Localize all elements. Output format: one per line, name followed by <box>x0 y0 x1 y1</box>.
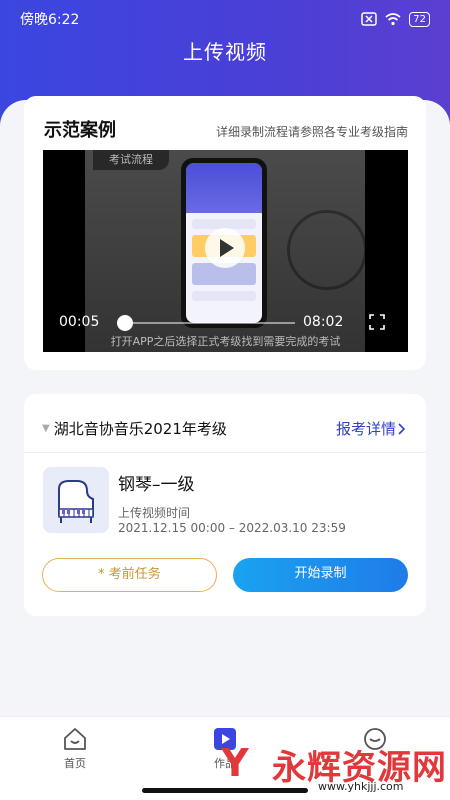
upload-time-label: 上传视频时间 <box>118 506 191 520</box>
pre-exam-task-button[interactable]: * 考前任务 <box>42 558 217 592</box>
exam-detail-label: 报考详情 <box>335 420 396 438</box>
divider <box>24 452 426 453</box>
video-watermark-logo <box>287 210 367 290</box>
battery-indicator: 72 <box>409 11 430 27</box>
demo-title: 示范案例 <box>44 120 116 141</box>
status-time: 傍晚6:22 <box>20 12 80 28</box>
exam-card: ▼ 湖北音协音乐2021年考级 报考详情 钢琴–一级 上传视频时间 2021.1… <box>24 394 426 616</box>
fullscreen-icon[interactable] <box>369 314 385 330</box>
chevron-right-icon <box>398 422 406 435</box>
exam-dropdown-icon[interactable]: ▼ <box>42 423 50 434</box>
watermark-url: www.yhkjjj.com <box>318 780 404 793</box>
tab-home[interactable]: 首页 <box>45 727 105 771</box>
page-title: 上传视频 <box>183 40 267 64</box>
demo-video-player[interactable]: 考试流程 00:05 08:02 打开APP之后选择正式考级找到需要完成的考试 <box>43 150 408 352</box>
status-icons: 72 <box>361 11 430 27</box>
home-indicator <box>142 788 308 793</box>
tab-home-label: 首页 <box>64 757 86 770</box>
upload-time-range: 2021.12.15 00:00 – 2022.03.10 23:59 <box>118 521 346 535</box>
video-tag: 考试流程 <box>93 150 169 170</box>
watermark-logo: Y <box>221 741 249 785</box>
piano-icon <box>43 467 109 533</box>
demo-card: 示范案例 详细录制流程请参照各专业考级指南 考试流程 00:05 08:02 打… <box>24 96 426 370</box>
exam-name[interactable]: 湖北音协音乐2021年考级 <box>54 418 336 439</box>
start-recording-button[interactable]: 开始录制 <box>233 558 408 592</box>
video-duration: 08:02 <box>303 314 344 330</box>
status-bar: 傍晚6:22 72 <box>0 0 450 38</box>
home-icon <box>64 728 86 750</box>
video-progress-knob[interactable] <box>117 315 133 331</box>
play-icon[interactable] <box>205 228 245 268</box>
demo-guide-link[interactable]: 详细录制流程请参照各专业考级指南 <box>216 123 408 140</box>
video-progress-bar[interactable] <box>121 322 295 324</box>
exam-subject: 钢琴–一级 <box>118 475 195 495</box>
exam-detail-link[interactable]: 报考详情 <box>336 418 406 439</box>
sim-off-icon <box>361 12 378 26</box>
wifi-icon <box>385 13 401 26</box>
video-current-time: 00:05 <box>59 314 100 330</box>
video-caption: 打开APP之后选择正式考级找到需要完成的考试 <box>110 335 341 348</box>
